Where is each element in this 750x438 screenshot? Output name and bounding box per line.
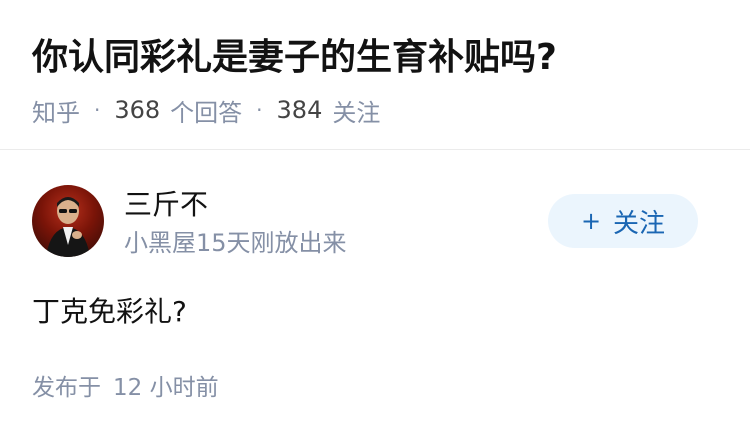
- question-meta: 知乎 · 368 个回答 · 384 关注: [32, 93, 380, 128]
- follow-button-label: 关注: [613, 208, 666, 239]
- follow-button[interactable]: + 关注: [548, 194, 698, 248]
- avatar[interactable]: [32, 185, 104, 257]
- published-label: 发布于: [32, 375, 101, 401]
- avatar-portrait-icon: [46, 197, 90, 257]
- follower-count: 384: [276, 96, 323, 124]
- author-bio: 小黑屋15天刚放出来: [124, 229, 347, 257]
- answer-author: 三斤不 小黑屋15天刚放出来 + 关注: [32, 185, 718, 259]
- question-title[interactable]: 你认同彩礼是妻子的生育补贴吗?: [32, 34, 557, 82]
- author-name[interactable]: 三斤不: [124, 187, 208, 223]
- source-label[interactable]: 知乎: [32, 93, 80, 128]
- plus-icon: +: [580, 207, 602, 235]
- meta-separator: ·: [256, 98, 263, 122]
- follower-count-label[interactable]: 关注: [332, 93, 380, 128]
- answer-count-label[interactable]: 个回答: [170, 93, 242, 128]
- answer-time: 发布于 12 小时前: [32, 372, 219, 404]
- published-time: 12 小时前: [113, 375, 219, 401]
- answer-count: 368: [114, 96, 161, 124]
- meta-separator: ·: [94, 98, 101, 122]
- answer-content[interactable]: 丁克免彩礼?: [32, 292, 187, 332]
- question-header: 你认同彩礼是妻子的生育补贴吗? 知乎 · 368 个回答 · 384 关注: [0, 0, 750, 150]
